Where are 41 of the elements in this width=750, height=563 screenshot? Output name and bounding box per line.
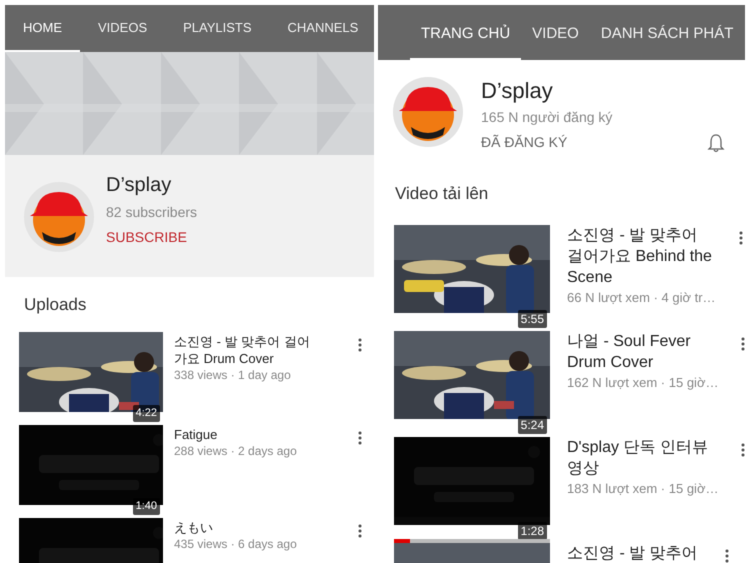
video-title[interactable]: えもい <box>174 518 321 536</box>
avatar-icon <box>24 182 94 252</box>
section-title: Video tải lên <box>394 183 490 205</box>
subscribed-button[interactable]: ĐÃ ĐĂNG KÝ <box>481 132 568 153</box>
video-title[interactable]: 소진영 - 발 맞추어 <box>567 542 702 563</box>
video-meta: 435 views · 6 days ago <box>174 536 298 552</box>
tab[interactable]: VIDEO <box>521 11 590 60</box>
more-icon[interactable] <box>725 548 729 562</box>
more-icon[interactable] <box>358 338 362 352</box>
video-duration: 1:28 <box>518 522 547 540</box>
video-meta: 162 N lượt xem · 15 giờ… <box>567 374 718 392</box>
more-icon[interactable] <box>358 430 362 444</box>
more-icon[interactable] <box>741 336 745 350</box>
video-title[interactable]: 소진영 - 발 맞추어 걸어가요 Drum Cover <box>174 332 321 366</box>
video-meta: 288 views · 2 days ago <box>174 442 298 458</box>
subscriber-count: 165 N người đăng ký <box>481 108 614 127</box>
video-title[interactable]: 소진영 - 발 맞추어 걸어가요 Behind the Scene <box>567 224 716 288</box>
video-duration: 4:22 <box>132 405 160 422</box>
subscriber-count: 82 subscribers <box>106 203 198 222</box>
video-duration: 5:55 <box>518 310 547 328</box>
tab[interactable]: PLAYLISTS <box>165 5 270 52</box>
video-title[interactable]: Fatigue <box>174 426 321 442</box>
section-title: Uploads <box>23 294 88 316</box>
channel-name: D’splay <box>481 77 554 105</box>
video-title[interactable]: D'splay 단독 인터뷰 영상 <box>567 436 718 478</box>
video-duration: 5:24 <box>518 416 547 434</box>
more-icon[interactable] <box>738 230 743 244</box>
video-duration: 1:40 <box>132 498 160 514</box>
video-meta: 183 N lượt xem · 15 giờ… <box>567 480 718 498</box>
avatar-icon <box>393 77 463 147</box>
more-icon[interactable] <box>741 442 745 456</box>
tab[interactable]: CHANNELS <box>270 5 374 52</box>
channel-name: D’splay <box>106 173 172 198</box>
subscribe-button[interactable]: SUBSCRIBE <box>106 227 187 248</box>
video-title[interactable]: 나얼 - Soul Fever Drum Cover <box>567 330 718 372</box>
video-meta: 338 views · 1 day ago <box>174 366 292 382</box>
tab[interactable]: VIDEOS <box>80 5 166 52</box>
video-meta: 66 N lượt xem · 4 giờ tr… <box>567 288 716 306</box>
bell-icon[interactable] <box>707 132 725 152</box>
more-icon[interactable] <box>358 524 362 538</box>
tab[interactable]: DANH SÁCH PHÁT <box>590 11 744 60</box>
